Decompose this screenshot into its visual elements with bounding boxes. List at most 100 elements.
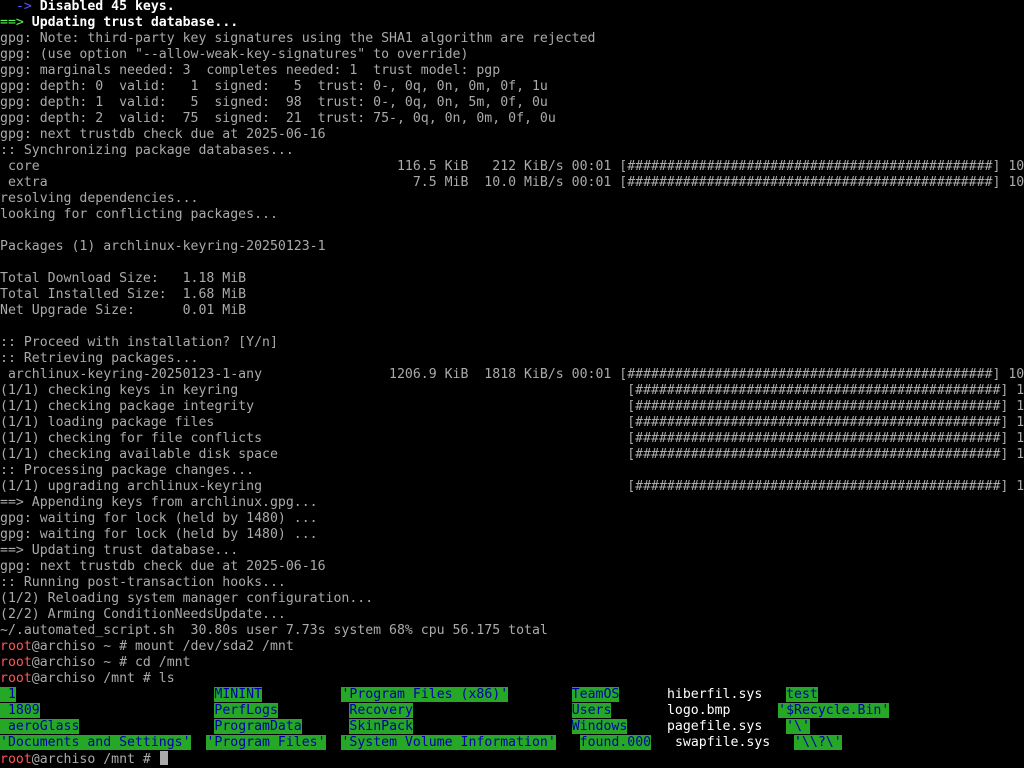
terminal-line: root@archiso ~ # mount /dev/sda2 /mnt [0,639,1024,655]
directory-entry: found.000 [579,735,652,750]
terminal-text: gpg: (use option "--allow-weak-key-signa… [0,47,469,62]
file-entry: pagefile.sys [666,719,763,734]
terminal-line: ==> Updating trust database... [0,543,1024,559]
terminal-text: extra 7.5 MiB 10.0 MiB/s 00:01 [########… [0,175,1024,190]
terminal-text: -> [0,0,40,14]
terminal-line: resolving dependencies... [0,191,1024,207]
terminal-line: gpg: (use option "--allow-weak-key-signa… [0,47,1024,63]
terminal-line: gpg: next trustdb check due at 2025-06-1… [0,127,1024,143]
terminal-text: @archiso ~ # mount /dev/sda2 /mnt [31,639,294,654]
terminal-line: 1 MININT 'Program Files (x86)' TeamOS hi… [0,687,1024,703]
terminal-line: :: Processing package changes... [0,463,1024,479]
terminal-line: core 116.5 KiB 212 KiB/s 00:01 [########… [0,159,1024,175]
terminal-text: (1/1) upgrading archlinux-keyring [#####… [0,479,1024,494]
file-entry: swapfile.sys [674,735,771,750]
terminal-text: resolving dependencies... [0,191,199,206]
text-cursor [159,751,168,765]
prompt-user: root [0,655,32,670]
directory-entry: 'Program Files' [206,735,326,750]
terminal-line: gpg: depth: 1 valid: 5 signed: 98 trust:… [0,95,1024,111]
directory-entry: 'Program Files (x86)' [341,687,509,702]
file-entry: hiberfil.sys [666,687,763,702]
terminal-line: Net Upgrade Size: 0.01 MiB [0,303,1024,319]
terminal-line: (2/2) Arming ConditionNeedsUpdate... [0,607,1024,623]
directory-entry: MININT [214,687,263,702]
terminal-text: gpg: depth: 1 valid: 5 signed: 98 trust:… [0,95,548,110]
terminal-line: :: Running post-transaction hooks... [0,575,1024,591]
terminal-text: gpg: depth: 2 valid: 75 signed: 21 trust… [0,111,556,126]
terminal-line: (1/1) checking for file conflicts [#####… [0,431,1024,447]
terminal-text: ==> Updating trust database... [0,543,239,558]
terminal-text: Packages (1) archlinux-keyring-20250123-… [0,239,326,254]
terminal-text: Disabled 45 keys. [39,0,175,14]
terminal-line: ==> Appending keys from archlinux.gpg... [0,495,1024,511]
terminal-text: Net Upgrade Size: 0.01 MiB [0,303,247,318]
terminal-text: gpg: next trustdb check due at 2025-06-1… [0,127,326,142]
terminal-line: gpg: Note: third-party key signatures us… [0,31,1024,47]
terminal-text: :: Proceed with installation? [Y/n] [0,335,278,350]
terminal-text: @archiso ~ # cd /mnt [31,655,191,670]
terminal-line: aeroGlass ProgramData SkinPack Windows p… [0,719,1024,735]
terminal-screen[interactable]: -> Disabled 45 keys. ==> Updating trust d… [0,0,1024,768]
prompt-user: root [0,752,32,767]
terminal-text: gpg: waiting for lock (held by 1480) ... [0,511,318,526]
terminal-text: ~/.automated_script.sh 30.80s user 7.73s… [0,623,548,638]
terminal-line: 'Documents and Settings' 'Program Files'… [0,735,1024,751]
directory-entry: 1809 [0,703,40,718]
terminal-line: :: Retrieving packages... [0,351,1024,367]
terminal-text: looking for conflicting packages... [0,207,278,222]
terminal-text: (1/1) checking keys in keyring [########… [0,383,1024,398]
directory-entry: 'System Volume Information' [341,735,556,750]
terminal-text: (1/1) checking available disk space [###… [0,447,1024,462]
directory-entry: aeroGlass [0,719,80,734]
terminal-line: (1/1) upgrading archlinux-keyring [#####… [0,479,1024,495]
terminal-text: @archiso /mnt # ls [31,671,175,686]
terminal-text: :: Processing package changes... [0,463,255,478]
terminal-line: (1/1) checking package integrity [######… [0,399,1024,415]
terminal-text: gpg: depth: 0 valid: 1 signed: 5 trust: … [0,79,548,94]
terminal-line: root@archiso /mnt # ls [0,671,1024,687]
terminal-line: ==> Updating trust database... [0,15,1024,31]
directory-entry: PerfLogs [214,703,278,718]
terminal-text: gpg: Note: third-party key signatures us… [0,31,596,46]
terminal-line: 1809 PerfLogs Recovery Users logo.bmp '$… [0,703,1024,719]
directory-entry: Users [571,703,612,718]
terminal-line: (1/1) checking available disk space [###… [0,447,1024,463]
terminal-text: :: Synchronizing package databases... [0,143,294,158]
terminal-text: gpg: waiting for lock (held by 1480) ... [0,527,318,542]
terminal-line: gpg: next trustdb check due at 2025-06-1… [0,559,1024,575]
directory-entry: '\\?\' [794,735,842,750]
terminal-line: :: Proceed with installation? [Y/n] [0,335,1024,351]
directory-entry: ProgramData [214,719,302,734]
directory-entry: SkinPack [349,719,413,734]
terminal-text: (1/1) loading package files [###########… [0,415,1024,430]
terminal-text: gpg: next trustdb check due at 2025-06-1… [0,559,326,574]
terminal-text: (1/1) checking for file conflicts [#####… [0,431,1024,446]
directory-entry: Windows [571,719,628,734]
prompt-user: root [0,639,32,654]
terminal-line: gpg: waiting for lock (held by 1480) ... [0,527,1024,543]
directory-entry: 'Documents and Settings' [0,735,191,750]
terminal-line: gpg: marginals needed: 3 completes neede… [0,63,1024,79]
terminal-line: (1/1) loading package files [###########… [0,415,1024,431]
terminal-line: -> Disabled 45 keys. [0,0,1024,15]
terminal-text: :: Retrieving packages... [0,351,199,366]
directory-entry: Recovery [349,703,413,718]
terminal-text: core 116.5 KiB 212 KiB/s 00:01 [########… [0,159,1024,174]
file-entry: logo.bmp [666,703,731,718]
